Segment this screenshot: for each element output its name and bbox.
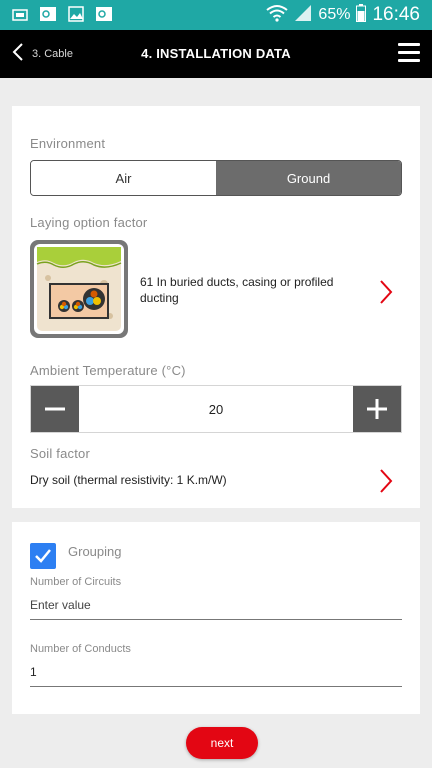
minus-icon	[45, 407, 65, 411]
chevron-right-icon[interactable]	[378, 468, 394, 499]
checkmark-icon	[35, 549, 51, 563]
ambient-temperature-label: Ambient Temperature (°C)	[30, 363, 186, 378]
signal-icon	[294, 4, 312, 27]
next-button[interactable]: next	[186, 727, 258, 759]
number-of-conducts-input[interactable]: 1	[30, 661, 402, 687]
clock: 16:46	[372, 4, 420, 25]
laying-option-label: Laying option factor	[30, 215, 148, 230]
plus-icon	[367, 399, 387, 419]
buried-duct-icon	[34, 244, 124, 334]
grouping-card: Grouping Number of Circuits Enter value …	[12, 522, 420, 714]
soil-factor-label: Soil factor	[30, 446, 91, 461]
ambient-temperature-value[interactable]: 20	[79, 386, 353, 432]
environment-label: Environment	[30, 136, 106, 151]
number-of-conducts-label: Number of Conducts	[30, 643, 131, 655]
app-header: 3. Cable 4. INSTALLATION DATA	[0, 30, 432, 78]
ambient-temperature-stepper: 20	[30, 385, 402, 433]
decrement-button[interactable]	[31, 386, 79, 432]
hamburger-menu-icon[interactable]	[398, 43, 420, 65]
environment-toggle: Air Ground	[30, 160, 402, 196]
chevron-right-icon[interactable]	[378, 279, 394, 310]
battery-percent: 65%	[318, 6, 351, 23]
grouping-label: Grouping	[68, 544, 122, 559]
environment-ground-option[interactable]: Ground	[216, 161, 401, 195]
notification-icons	[10, 4, 114, 24]
number-of-circuits-input[interactable]: Enter value	[30, 594, 402, 620]
data-sim-icon	[10, 4, 30, 24]
increment-button[interactable]	[353, 386, 401, 432]
outlook-icon	[94, 4, 114, 24]
installation-card: Environment Air Ground Laying option fac…	[12, 106, 420, 508]
number-of-circuits-label: Number of Circuits	[30, 576, 122, 588]
outlook-icon	[38, 4, 58, 24]
laying-option-image[interactable]	[30, 240, 128, 338]
status-bar: 65% 16:46	[0, 0, 432, 30]
image-icon	[66, 4, 86, 24]
laying-option-value: 61 In buried ducts, casing or profiled d…	[140, 275, 334, 305]
page-title: 4. INSTALLATION DATA	[141, 46, 291, 61]
soil-factor-value[interactable]: Dry soil (thermal resistivity: 1 K.m/W)	[30, 473, 227, 487]
wifi-icon	[266, 4, 289, 27]
system-status: 65% 16:46	[266, 0, 420, 30]
battery-icon	[356, 3, 367, 27]
environment-air-option[interactable]: Air	[31, 161, 216, 195]
grouping-checkbox[interactable]	[30, 543, 56, 569]
